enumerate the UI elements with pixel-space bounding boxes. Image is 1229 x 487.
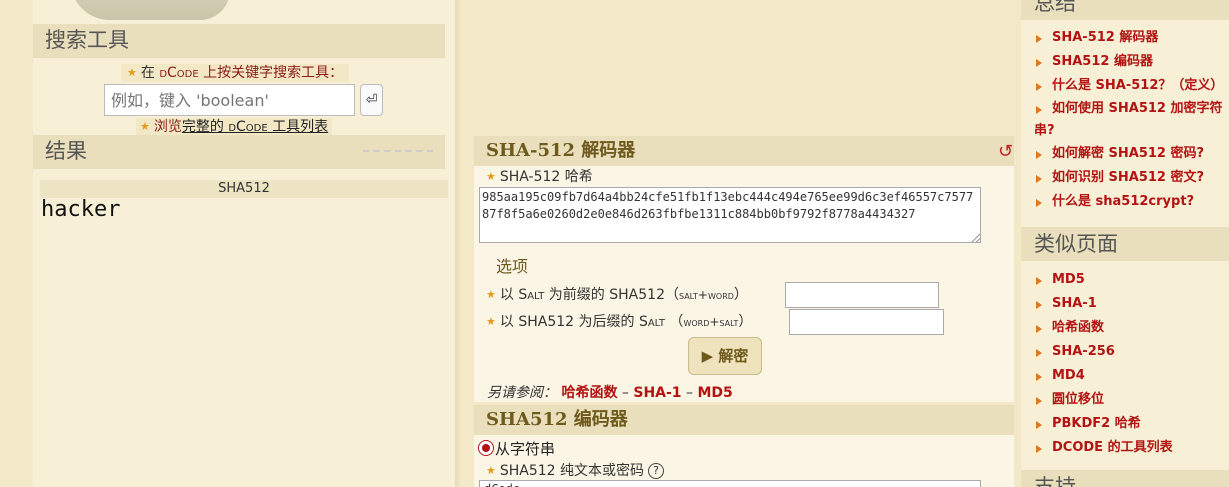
refresh-icon[interactable]: ↺ <box>998 141 1013 162</box>
similar-pages-list: MD5 SHA-1 哈希函数 SHA-256 MD4 圆位移位 PBKDF2 哈… <box>1034 268 1224 460</box>
similar-item[interactable]: DCODE 的工具列表 <box>1034 436 1224 460</box>
summary-item[interactable]: 如何解密 SHA512 密码? <box>1034 142 1224 166</box>
salt-suffix-text-c: ） <box>738 314 753 330</box>
similar-pages-header: 类似页面 <box>1021 227 1229 261</box>
header-image <box>70 0 230 20</box>
support-header: 支持 <box>1021 470 1229 487</box>
salt-prefix-text-salt: Salt <box>518 287 545 303</box>
similar-item[interactable]: 圆位移位 <box>1034 388 1224 412</box>
similar-item[interactable]: SHA-1 <box>1034 292 1224 316</box>
separator: – <box>617 385 634 401</box>
star-icon: ★ <box>486 464 496 477</box>
browse-text-full: 完整 <box>181 119 210 135</box>
summary-header: 总结 <box>1021 0 1229 20</box>
plaintext-textarea[interactable]: dCode <box>479 480 981 487</box>
salt-suffix-label: ★ 以 SHA512 为后缀的 Salt （word+salt） <box>486 313 752 331</box>
plaintext-label: ★ SHA512 纯文本或密码? <box>486 462 665 480</box>
hash-textarea[interactable]: 985aa195c09fb7d64a4bb24cfe51fb1f13ebc444… <box>479 187 981 243</box>
salt-suffix-hint: word+salt <box>683 315 739 329</box>
salt-suffix-text-salt: Salt <box>638 314 665 330</box>
see-also-link-hash-functions[interactable]: 哈希函数 <box>561 385 617 401</box>
search-tools-header: 搜索工具 <box>33 24 445 58</box>
salt-prefix-text-b: 为前缀的 SHA512（ <box>544 287 679 303</box>
salt-prefix-hint: salt+word <box>678 288 734 302</box>
similar-item[interactable]: 哈希函数 <box>1034 316 1224 340</box>
summary-item[interactable]: 如何使用 SHA512 加密字符串? <box>1034 98 1224 142</box>
star-icon: ★ <box>486 315 496 328</box>
hash-label-text: SHA-512 哈希 <box>499 169 593 185</box>
brand-name: dCode <box>228 119 268 135</box>
salt-prefix-text-a: 以 <box>499 287 519 303</box>
summary-item[interactable]: SHA512 编码器 <box>1034 50 1224 74</box>
summary-item[interactable]: 什么是 sha512crypt? <box>1034 190 1224 214</box>
summary-item[interactable]: SHA-512 解码器 <box>1034 26 1224 50</box>
browse-tools-link[interactable]: ★ 浏览完整的 dCode 工具列表 <box>136 118 333 136</box>
salt-prefix-label: ★ 以 Salt 为前缀的 SHA512（salt+word） <box>486 286 748 304</box>
see-also-link-sha1[interactable]: SHA-1 <box>633 385 681 401</box>
search-prompt-text-b: 上按关键字搜索工具： <box>198 65 344 81</box>
star-icon: ★ <box>127 66 137 79</box>
search-prompt-text-a: 在 <box>140 65 160 81</box>
see-also-link-md5[interactable]: MD5 <box>697 385 732 401</box>
brand-name: dCode <box>159 65 199 81</box>
result-algorithm-label: SHA512 <box>40 180 448 198</box>
see-also-label: 另请参阅： <box>487 385 557 401</box>
salt-suffix-text-b: （ <box>664 314 684 330</box>
decoder-title: SHA-512 解码器 <box>474 136 1014 166</box>
results-toolbar-dashes <box>363 150 433 154</box>
similar-item[interactable]: PBKDF2 哈希 <box>1034 412 1224 436</box>
salt-prefix-input[interactable] <box>785 282 939 308</box>
summary-item[interactable]: 什么是 SHA-512？（定义） <box>1034 74 1224 98</box>
salt-suffix-input[interactable] <box>789 309 944 335</box>
summary-list: SHA-512 解码器 SHA512 编码器 什么是 SHA-512？（定义） … <box>1034 26 1224 214</box>
browse-text-a: 浏览 <box>153 119 182 135</box>
from-string-radio[interactable] <box>478 440 494 456</box>
separator: – <box>681 385 698 401</box>
plaintext-label-text: SHA512 纯文本或密码 <box>499 463 645 479</box>
similar-item[interactable]: MD4 <box>1034 364 1224 388</box>
help-icon[interactable]: ? <box>648 463 665 479</box>
star-icon: ★ <box>140 120 150 133</box>
browse-text-mid: 的 <box>209 119 229 135</box>
browse-text-b: 工具列表 <box>267 119 329 135</box>
salt-suffix-text-a: 以 SHA512 为后缀的 <box>499 314 639 330</box>
decrypt-button[interactable]: ▶ 解密 <box>688 337 762 375</box>
resize-grip-icon[interactable] <box>971 233 980 242</box>
salt-prefix-text-c: ） <box>733 287 748 303</box>
radio-selected-dot <box>482 444 490 452</box>
see-also: 另请参阅： 哈希函数 – SHA-1 – MD5 <box>487 382 733 402</box>
encoder-title: SHA512 编码器 <box>474 405 1014 435</box>
summary-item-text: 如何使用 SHA512 加密字符串? <box>1034 101 1223 138</box>
column-divider <box>455 0 461 487</box>
hash-label: ★ SHA-512 哈希 <box>486 168 593 186</box>
result-value: hacker <box>41 197 121 222</box>
summary-item[interactable]: 如何识别 SHA512 密文? <box>1034 166 1224 190</box>
enter-icon[interactable]: ⏎ <box>360 84 383 116</box>
options-title: 选项 <box>496 257 529 276</box>
star-icon: ★ <box>486 170 496 183</box>
similar-item[interactable]: SHA-256 <box>1034 340 1224 364</box>
star-icon: ★ <box>486 288 496 301</box>
similar-item[interactable]: MD5 <box>1034 268 1224 292</box>
search-input[interactable] <box>104 84 355 116</box>
search-prompt: ★ 在 dCode 上按关键字搜索工具： <box>121 64 350 82</box>
from-string-label: 从字符串 <box>495 440 556 458</box>
